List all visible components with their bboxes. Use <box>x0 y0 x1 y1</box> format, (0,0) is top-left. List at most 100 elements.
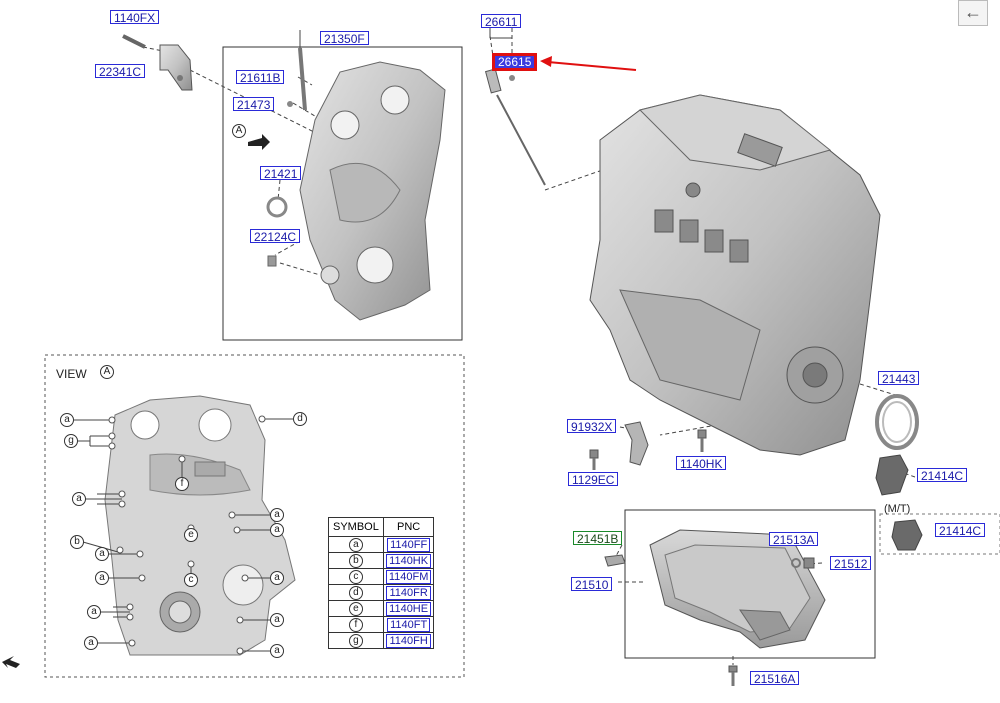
callout-a-5: a <box>87 605 101 619</box>
pnc-21516a[interactable]: 21516A <box>750 671 800 686</box>
pnc-1140hk-table[interactable]: 1140HK <box>386 553 432 568</box>
view-arrow <box>248 134 270 150</box>
callout-a-11: a <box>270 644 284 658</box>
pnc-21611b[interactable]: 21611B <box>236 70 285 85</box>
table-row: a 1140FF <box>328 536 435 553</box>
callout-a-6: a <box>84 636 98 650</box>
pnc-1140he[interactable]: 1140HE <box>386 601 432 616</box>
plug-22124c <box>267 255 277 267</box>
callout-a-2: a <box>72 492 86 506</box>
row-pnc: 1140FR <box>382 584 435 601</box>
pnc-26611[interactable]: 26611 <box>481 14 522 29</box>
clip-21451b <box>604 554 626 567</box>
symbol-e: e <box>348 601 363 616</box>
timing-cover <box>298 47 446 321</box>
symbol-g: g <box>348 633 363 648</box>
pnc-21414c-mt[interactable]: 21414C <box>935 523 986 538</box>
row-pnc: 1140FM <box>382 568 435 585</box>
plug-21512 <box>803 557 815 569</box>
col-pnc: PNC <box>382 517 435 537</box>
table-row: b 1140HK <box>328 552 435 569</box>
bolt-21516a <box>728 665 738 686</box>
pnc-21513a[interactable]: 21513A <box>769 532 819 547</box>
engine-block <box>589 94 881 456</box>
pnc-21510[interactable]: 21510 <box>571 577 613 592</box>
callout-a-3: a <box>95 547 109 561</box>
row-symbol: a <box>328 536 384 553</box>
symbol-b: b <box>348 553 363 568</box>
row-symbol: d <box>328 584 384 601</box>
view-title: VIEW <box>56 367 87 381</box>
callout-c: c <box>184 573 198 587</box>
row-symbol: g <box>328 632 384 649</box>
part-21473 <box>287 101 293 107</box>
pnc-21512[interactable]: 21512 <box>830 556 872 571</box>
row-pnc: 1140FH <box>382 632 435 649</box>
mt-note: (M/T) <box>884 503 911 515</box>
pnc-21451b[interactable]: 21451B <box>573 531 623 546</box>
oil-pan <box>649 529 826 649</box>
pnc-22341c[interactable]: 22341C <box>95 64 146 79</box>
bolt-1140hk <box>697 429 707 452</box>
pnc-21350f[interactable]: 21350F <box>320 31 369 46</box>
view-title-marker: A <box>100 365 114 379</box>
pnc-26615-highlighted[interactable]: 26615 <box>492 53 538 71</box>
pnc-1140fr[interactable]: 1140FR <box>386 585 431 600</box>
rear-seal-21443 <box>875 394 919 450</box>
callout-b: b <box>70 535 84 549</box>
row-symbol: c <box>328 568 384 585</box>
table-row: e 1140HE <box>328 600 435 617</box>
callout-a-10: a <box>270 613 284 627</box>
pnc-91932x[interactable]: 91932X <box>567 419 617 434</box>
callout-a-8: a <box>270 523 284 537</box>
table-row: g 1140FH <box>328 632 435 649</box>
col-symbol: SYMBOL <box>328 517 384 537</box>
pnc-1140fx[interactable]: 1140FX <box>110 10 160 25</box>
callout-a-1: a <box>60 413 74 427</box>
table-row: d 1140FR <box>328 584 435 601</box>
seal-ring-21421 <box>266 196 288 218</box>
bolt-bracket-group <box>122 34 193 91</box>
pnc-1140fm[interactable]: 1140FM <box>385 569 432 584</box>
row-pnc: 1140FT <box>382 616 435 633</box>
callout-d: d <box>293 412 307 426</box>
pnc-21414c-main[interactable]: 21414C <box>917 468 968 483</box>
pnc-21443[interactable]: 21443 <box>878 371 920 386</box>
dipstick <box>484 68 546 186</box>
row-pnc: 1140FF <box>382 536 435 553</box>
row-symbol: f <box>328 616 384 633</box>
callout-e: e <box>184 528 198 542</box>
red-arrow <box>540 56 637 71</box>
view-marker-a: A <box>232 124 246 138</box>
symbol-d: d <box>348 585 363 600</box>
row-pnc: 1140HK <box>382 552 435 569</box>
pnc-21421[interactable]: 21421 <box>260 166 302 181</box>
callout-f: f <box>175 477 189 491</box>
diagram-art <box>2 28 1000 686</box>
pnc-21473[interactable]: 21473 <box>233 97 275 112</box>
symbol-pnc-table: SYMBOL PNC a 1140FF b 1140HK c 1140FM d … <box>328 517 435 649</box>
back-button[interactable]: ← <box>958 0 988 26</box>
callout-a-4: a <box>95 571 109 585</box>
callout-g: g <box>64 434 78 448</box>
parts-diagram: ← 1140FX 22341C 21350F 21611B 21473 2142… <box>0 0 1000 703</box>
symbol-c: c <box>348 569 363 584</box>
callout-a-7: a <box>270 508 284 522</box>
table-row: c 1140FM <box>328 568 435 585</box>
pnc-1140hk[interactable]: 1140HK <box>676 456 727 471</box>
cover-21414c-b <box>891 519 923 551</box>
callout-a-9: a <box>270 571 284 585</box>
pnc-1140fh[interactable]: 1140FH <box>386 633 431 648</box>
view-a-cover <box>104 395 296 656</box>
row-symbol: e <box>328 600 384 617</box>
bracket-91932x <box>624 421 649 466</box>
table-row: f 1140FT <box>328 616 435 633</box>
pnc-1140ft[interactable]: 1140FT <box>387 617 431 632</box>
corner-arrow <box>2 656 20 668</box>
symbol-a: a <box>348 537 363 552</box>
pnc-1140ff[interactable]: 1140FF <box>387 537 431 552</box>
table-header: SYMBOL PNC <box>328 517 435 537</box>
pnc-22124c[interactable]: 22124C <box>250 229 301 244</box>
pnc-1129ec[interactable]: 1129EC <box>568 472 619 487</box>
cover-21414c-a <box>875 454 909 496</box>
